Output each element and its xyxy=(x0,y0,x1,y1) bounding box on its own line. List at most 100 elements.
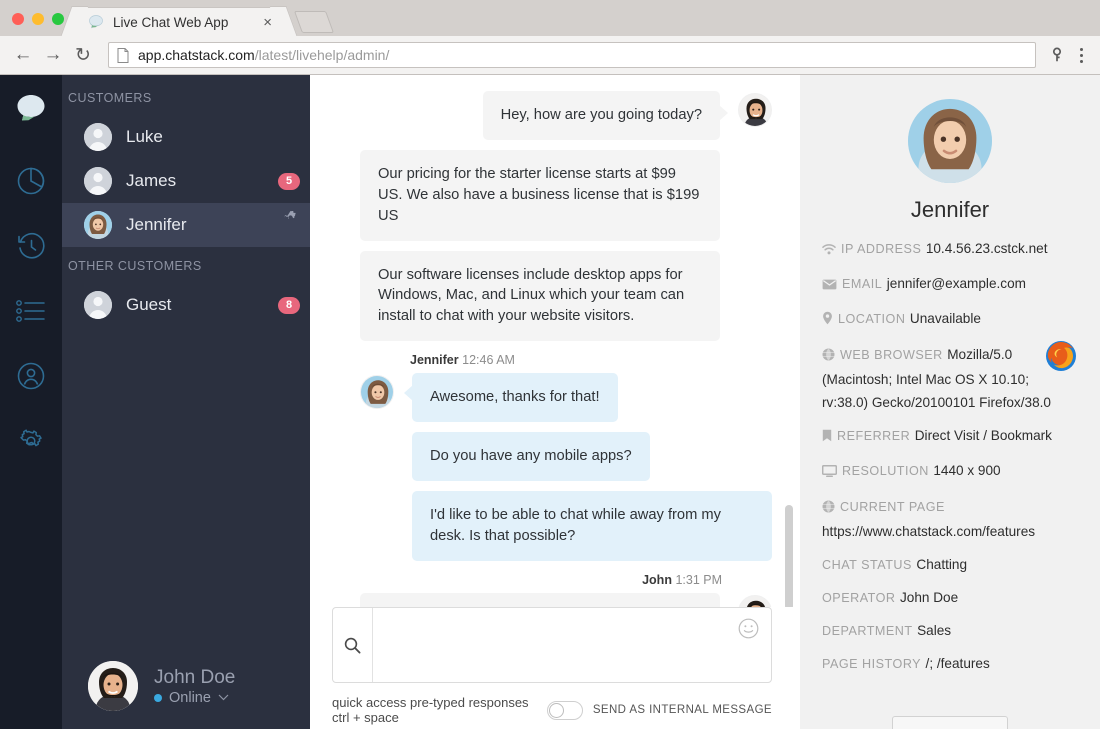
new-tab-button[interactable] xyxy=(293,11,335,33)
message-row: Do you have any mobile apps? xyxy=(360,432,772,481)
url-domain: app.chatstack.com xyxy=(138,47,255,63)
message-bubble: Awesome, thanks for that! xyxy=(404,373,618,422)
smiley-icon[interactable] xyxy=(738,618,759,644)
sidebar-item-james[interactable]: James 5 xyxy=(62,159,310,203)
chevron-down-icon[interactable] xyxy=(218,692,229,704)
info-field-email: EMAIL jennifer@example.com xyxy=(822,272,1078,297)
info-field-page-history: PAGE HISTORY /; /features xyxy=(822,652,1078,675)
rail-item-settings-gear-icon[interactable] xyxy=(0,419,62,463)
info-label: CURRENT PAGE xyxy=(840,499,945,514)
info-field-chat-status: CHAT STATUS Chatting xyxy=(822,553,1078,576)
message-time: 12:46 AM xyxy=(462,353,515,368)
operator-status-label: Online xyxy=(169,690,211,707)
application-root: CUSTOMERS Luke James 5 Jennifer OTHER CU… xyxy=(0,75,1100,729)
info-value: jennifer@example.com xyxy=(886,276,1026,292)
composer-hint: quick access pre-typed responses ctrl + … xyxy=(332,695,529,725)
info-value: 10.4.56.23.cstck.net xyxy=(925,241,1048,256)
tab-title: Live Chat Web App xyxy=(113,14,229,30)
info-field-operator: OPERATOR John Doe xyxy=(822,586,1078,609)
internal-message-toggle[interactable] xyxy=(546,700,583,720)
operator-status-panel[interactable]: John Doe Online xyxy=(62,643,310,729)
page-document-icon xyxy=(117,47,129,63)
operator-status[interactable]: Online xyxy=(154,690,235,706)
minimize-window-button[interactable] xyxy=(32,13,44,25)
customer-name: James xyxy=(126,171,177,190)
info-value: Direct Visit / Bookmark xyxy=(914,428,1052,444)
customer-info-name: Jennifer xyxy=(910,197,990,222)
rail-item-analytics-pie-chart-icon[interactable] xyxy=(0,159,62,203)
firefox-logo xyxy=(1044,339,1078,373)
info-field-ip-address: IP ADDRESS 10.4.56.23.cstck.net xyxy=(822,237,1078,262)
tab-strip: Live Chat Web App × xyxy=(0,0,1100,36)
forward-icon[interactable]: → xyxy=(38,40,68,70)
info-label: DEPARTMENT xyxy=(822,624,913,639)
monitor-icon xyxy=(821,461,838,484)
operator-message-avatar xyxy=(738,594,772,607)
sidebar-item-jennifer[interactable]: Jennifer xyxy=(62,203,310,247)
message-list-scrollbar[interactable] xyxy=(785,505,793,607)
info-value: Sales xyxy=(917,623,952,639)
message-list: Hey, how are you going today? Our pricin… xyxy=(310,75,800,607)
message-row: Our software licenses include desktop ap… xyxy=(360,250,772,342)
toolbar-right-actions xyxy=(1044,42,1092,68)
globe-icon xyxy=(822,345,835,368)
message-row: Sure, we have mobile apps for both iPhon… xyxy=(360,592,772,607)
message-meta: Jennifer 12:46 AM xyxy=(410,353,772,367)
avatar-jennifer xyxy=(84,211,112,239)
back-icon[interactable]: ← xyxy=(8,40,38,70)
close-window-button[interactable] xyxy=(12,13,24,25)
chat-bubble-favicon xyxy=(88,14,104,30)
customer-sidebar: CUSTOMERS Luke James 5 Jennifer OTHER CU… xyxy=(62,75,310,729)
rail-item-history-clock-icon[interactable] xyxy=(0,224,62,268)
maximize-window-button[interactable] xyxy=(52,13,64,25)
avatar-placeholder-icon xyxy=(84,167,112,195)
composer: quick access pre-typed responses ctrl + … xyxy=(310,607,800,729)
message-bubble: Sure, we have mobile apps for both iPhon… xyxy=(360,592,728,607)
unread-badge: 5 xyxy=(278,172,300,190)
reload-icon[interactable]: ↻ xyxy=(68,40,98,70)
internal-message-toggle-group[interactable]: SEND AS INTERNAL MESSAGE xyxy=(546,700,772,720)
message-author: John xyxy=(642,572,672,587)
composer-box xyxy=(332,607,772,683)
info-value: /; /features xyxy=(925,656,990,672)
message-row: Awesome, thanks for that! xyxy=(360,373,772,422)
info-field-resolution: RESOLUTION 1440 x 900 xyxy=(821,459,1078,484)
rail-item-account-user-icon[interactable] xyxy=(0,354,62,398)
browser-menu-icon[interactable] xyxy=(1070,47,1092,63)
initiate-chat-button[interactable]: Initiate Chat xyxy=(891,715,1009,729)
password-key-icon[interactable] xyxy=(1044,42,1070,68)
message-input[interactable] xyxy=(373,608,771,682)
mail-icon xyxy=(822,274,837,297)
message-author: Jennifer xyxy=(410,353,459,368)
globe-icon xyxy=(822,497,835,520)
sidebar-item-guest[interactable]: Guest 8 xyxy=(62,283,310,327)
search-icon[interactable] xyxy=(333,608,373,682)
toggle-knob xyxy=(548,702,564,718)
operator-name: John Doe xyxy=(154,666,236,688)
info-field-referrer: REFERRER Direct Visit / Bookmark xyxy=(822,424,1078,449)
url-path: /latest/livehelp/admin/ xyxy=(254,47,390,63)
browser-tab[interactable]: Live Chat Web App × xyxy=(74,7,284,36)
info-label: WEB BROWSER xyxy=(840,347,943,362)
customer-info-avatar xyxy=(908,99,992,183)
info-label: IP ADDRESS xyxy=(841,242,922,256)
other-customers-heading: OTHER CUSTOMERS xyxy=(68,259,202,273)
bookmark-icon xyxy=(822,426,832,449)
message-row: Hey, how are you going today? xyxy=(360,91,772,140)
pin-icon xyxy=(822,309,833,332)
tab-close-icon[interactable]: × xyxy=(259,15,276,30)
customer-info-panel: Jennifer IP ADDRESS 10.4.56.23.cstck.net… xyxy=(800,75,1100,729)
message-time: 1:31 PM xyxy=(675,572,722,587)
customer-settings-gear-icon[interactable] xyxy=(284,210,297,229)
message-row: Our pricing for the starter license star… xyxy=(360,149,772,241)
address-bar[interactable]: app.chatstack.com/latest/livehelp/admin/ xyxy=(108,42,1036,68)
rail-item-transcripts-list-icon[interactable] xyxy=(0,289,62,333)
customer-name: Luke xyxy=(126,127,163,146)
sidebar-item-luke[interactable]: Luke xyxy=(62,115,310,159)
customer-list-scroll: CUSTOMERS Luke James 5 Jennifer OTHER CU… xyxy=(62,75,310,643)
info-value: https://www.chatstack.com/features xyxy=(822,523,1036,539)
info-field-current-page: CURRENT PAGE https://www.chatstack.com/f… xyxy=(822,495,1078,543)
unread-badge: 8 xyxy=(278,296,300,314)
app-logo-chat-icon[interactable] xyxy=(0,87,62,133)
message-bubble: Our software licenses include desktop ap… xyxy=(360,250,720,342)
